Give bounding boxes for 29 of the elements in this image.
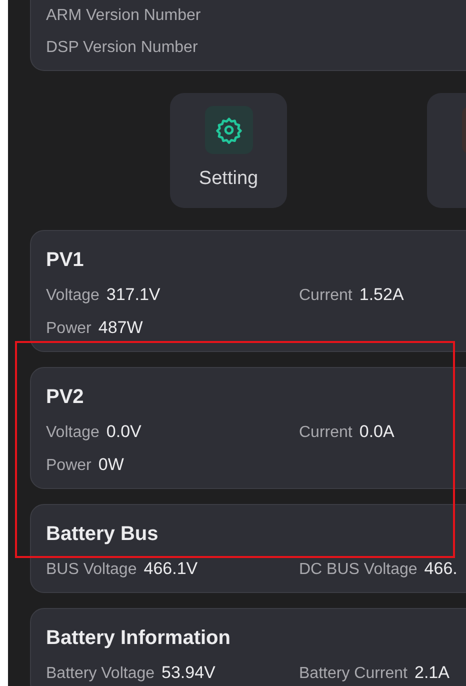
field-value: 1.52A — [359, 284, 404, 306]
field-label: Power — [46, 319, 92, 339]
card-title: PV2 — [46, 385, 85, 410]
version-label: DSP Version Number — [46, 38, 199, 58]
field-value: 317.1V — [106, 284, 160, 306]
field-label: BUS Voltage — [46, 560, 137, 580]
field-value: 466.1V — [144, 558, 198, 580]
tile-label: Setting — [198, 168, 258, 190]
field-label: Voltage — [46, 286, 100, 306]
settings-icon — [214, 116, 242, 144]
field-value: 53.94V — [162, 662, 216, 684]
field-value: 0.0V — [106, 421, 142, 443]
field-value: 466. — [424, 558, 458, 580]
field-label: Battery Current — [299, 664, 408, 684]
field-label: DC BUS Voltage — [299, 560, 418, 580]
field-value: 0W — [98, 454, 124, 476]
field-label: Battery Voltage — [46, 664, 155, 684]
shortcut-tile[interactable]: Setting — [170, 93, 287, 208]
field-value: 487W — [98, 317, 143, 339]
field-value: 2.1A — [414, 662, 450, 684]
card-title: Battery Bus — [46, 522, 160, 547]
field-label: Voltage — [46, 423, 100, 443]
field-label: Current — [299, 286, 352, 306]
field-label: Power — [46, 456, 92, 476]
field-label: Current — [299, 423, 352, 443]
card-title: PV1 — [46, 248, 85, 273]
card-title: Battery Information — [46, 626, 232, 651]
version-label: ARM Version Number — [46, 6, 202, 26]
field-value: 0.0A — [359, 421, 394, 443]
